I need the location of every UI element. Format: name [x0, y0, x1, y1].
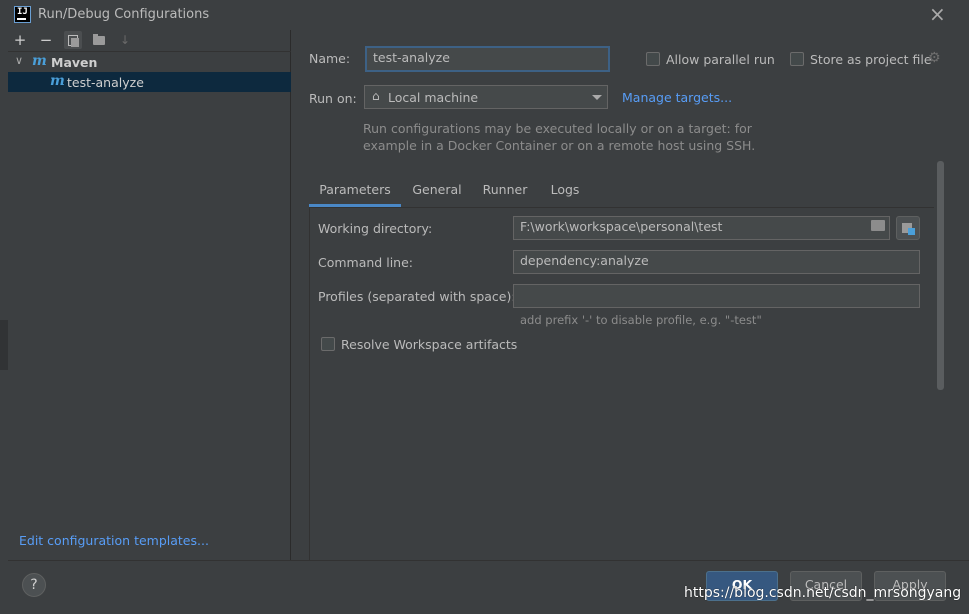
store-project-checkbox[interactable]	[790, 52, 804, 66]
scrollbar[interactable]	[937, 161, 944, 390]
sort-icon: ↓	[119, 33, 131, 47]
working-dir-input[interactable]: F:\work\workspace\personal\test	[513, 216, 890, 240]
copy-configuration-button[interactable]	[64, 31, 82, 49]
chevron-down-icon	[592, 95, 602, 100]
allow-parallel-label: Allow parallel run	[666, 52, 775, 67]
dialog-title: Run/Debug Configurations	[38, 7, 210, 22]
configuration-editor: Name: test-analyze Allow parallel run St…	[292, 30, 969, 560]
tree-group-maven[interactable]: ∨ m Maven	[8, 52, 291, 72]
minus-icon: −	[39, 31, 53, 49]
tab-general[interactable]: General	[405, 175, 469, 207]
copy-icon	[68, 34, 79, 47]
working-dir-label: Working directory:	[318, 221, 433, 236]
run-on-hint-line-2: example in a Docker Container or on a re…	[363, 138, 756, 153]
name-input[interactable]: test-analyze	[365, 46, 610, 72]
command-line-label: Command line:	[318, 255, 413, 270]
add-configuration-button[interactable]: +	[11, 31, 29, 49]
remove-configuration-button[interactable]: −	[37, 31, 55, 49]
run-on-select[interactable]: ⌂ Local machine	[364, 85, 608, 109]
tab-runner[interactable]: Runner	[475, 175, 535, 207]
watermark: https://blog.csdn.net/csdn_mrsongyang	[684, 585, 962, 601]
parameters-panel: Working directory: F:\work\workspace\per…	[309, 207, 934, 560]
profiles-input[interactable]	[513, 284, 920, 308]
store-project-label: Store as project file	[810, 52, 932, 67]
title-bar: IJ Run/Debug Configurations ×	[0, 0, 969, 30]
maven-icon: m	[32, 53, 47, 69]
tab-logs[interactable]: Logs	[543, 175, 587, 207]
module-dir-button[interactable]	[896, 216, 920, 240]
gear-icon[interactable]: ⚙	[928, 50, 941, 66]
close-icon[interactable]: ×	[929, 4, 946, 24]
resolve-workspace-checkbox[interactable]	[321, 337, 335, 351]
folder-plus-icon	[93, 33, 105, 45]
chevron-down-icon[interactable]: ∨	[15, 54, 23, 67]
background-strip	[0, 320, 8, 370]
manage-targets-link[interactable]: Manage targets...	[622, 90, 732, 105]
working-dir-value: F:\work\workspace\personal\test	[520, 219, 723, 234]
configurations-panel: + − ↓ ∨ m Maven m test-analyze Edit conf…	[8, 30, 291, 560]
new-folder-button[interactable]	[90, 31, 108, 49]
help-button[interactable]: ?	[22, 573, 46, 597]
tab-parameters[interactable]: Parameters	[309, 175, 401, 207]
folder-icon[interactable]	[871, 220, 885, 231]
config-toolbar: + − ↓	[8, 30, 291, 52]
command-line-input[interactable]: dependency:analyze	[513, 250, 920, 274]
plus-icon: +	[13, 31, 27, 49]
sort-button[interactable]: ↓	[116, 31, 134, 49]
edit-templates-link[interactable]: Edit configuration templates...	[19, 533, 209, 548]
intellij-icon: IJ	[14, 6, 31, 23]
name-label: Name:	[309, 51, 351, 66]
tree-item-label: test-analyze	[67, 75, 144, 90]
config-tree: ∨ m Maven m test-analyze	[8, 52, 291, 92]
run-on-hint-line-1: Run configurations may be executed local…	[363, 121, 752, 136]
profiles-hint: add prefix '-' to disable profile, e.g. …	[520, 313, 762, 327]
run-debug-dialog: IJ Run/Debug Configurations × + − ↓ ∨ m …	[0, 0, 969, 614]
run-on-label: Run on:	[309, 91, 357, 106]
run-on-value: Local machine	[388, 90, 479, 105]
home-icon: ⌂	[372, 89, 380, 103]
profiles-label: Profiles (separated with space):	[318, 289, 516, 304]
tree-group-label: Maven	[51, 55, 98, 70]
allow-parallel-checkbox[interactable]	[646, 52, 660, 66]
maven-icon: m	[50, 73, 65, 89]
tree-item-test-analyze[interactable]: m test-analyze	[8, 72, 291, 92]
resolve-workspace-label: Resolve Workspace artifacts	[341, 337, 518, 352]
